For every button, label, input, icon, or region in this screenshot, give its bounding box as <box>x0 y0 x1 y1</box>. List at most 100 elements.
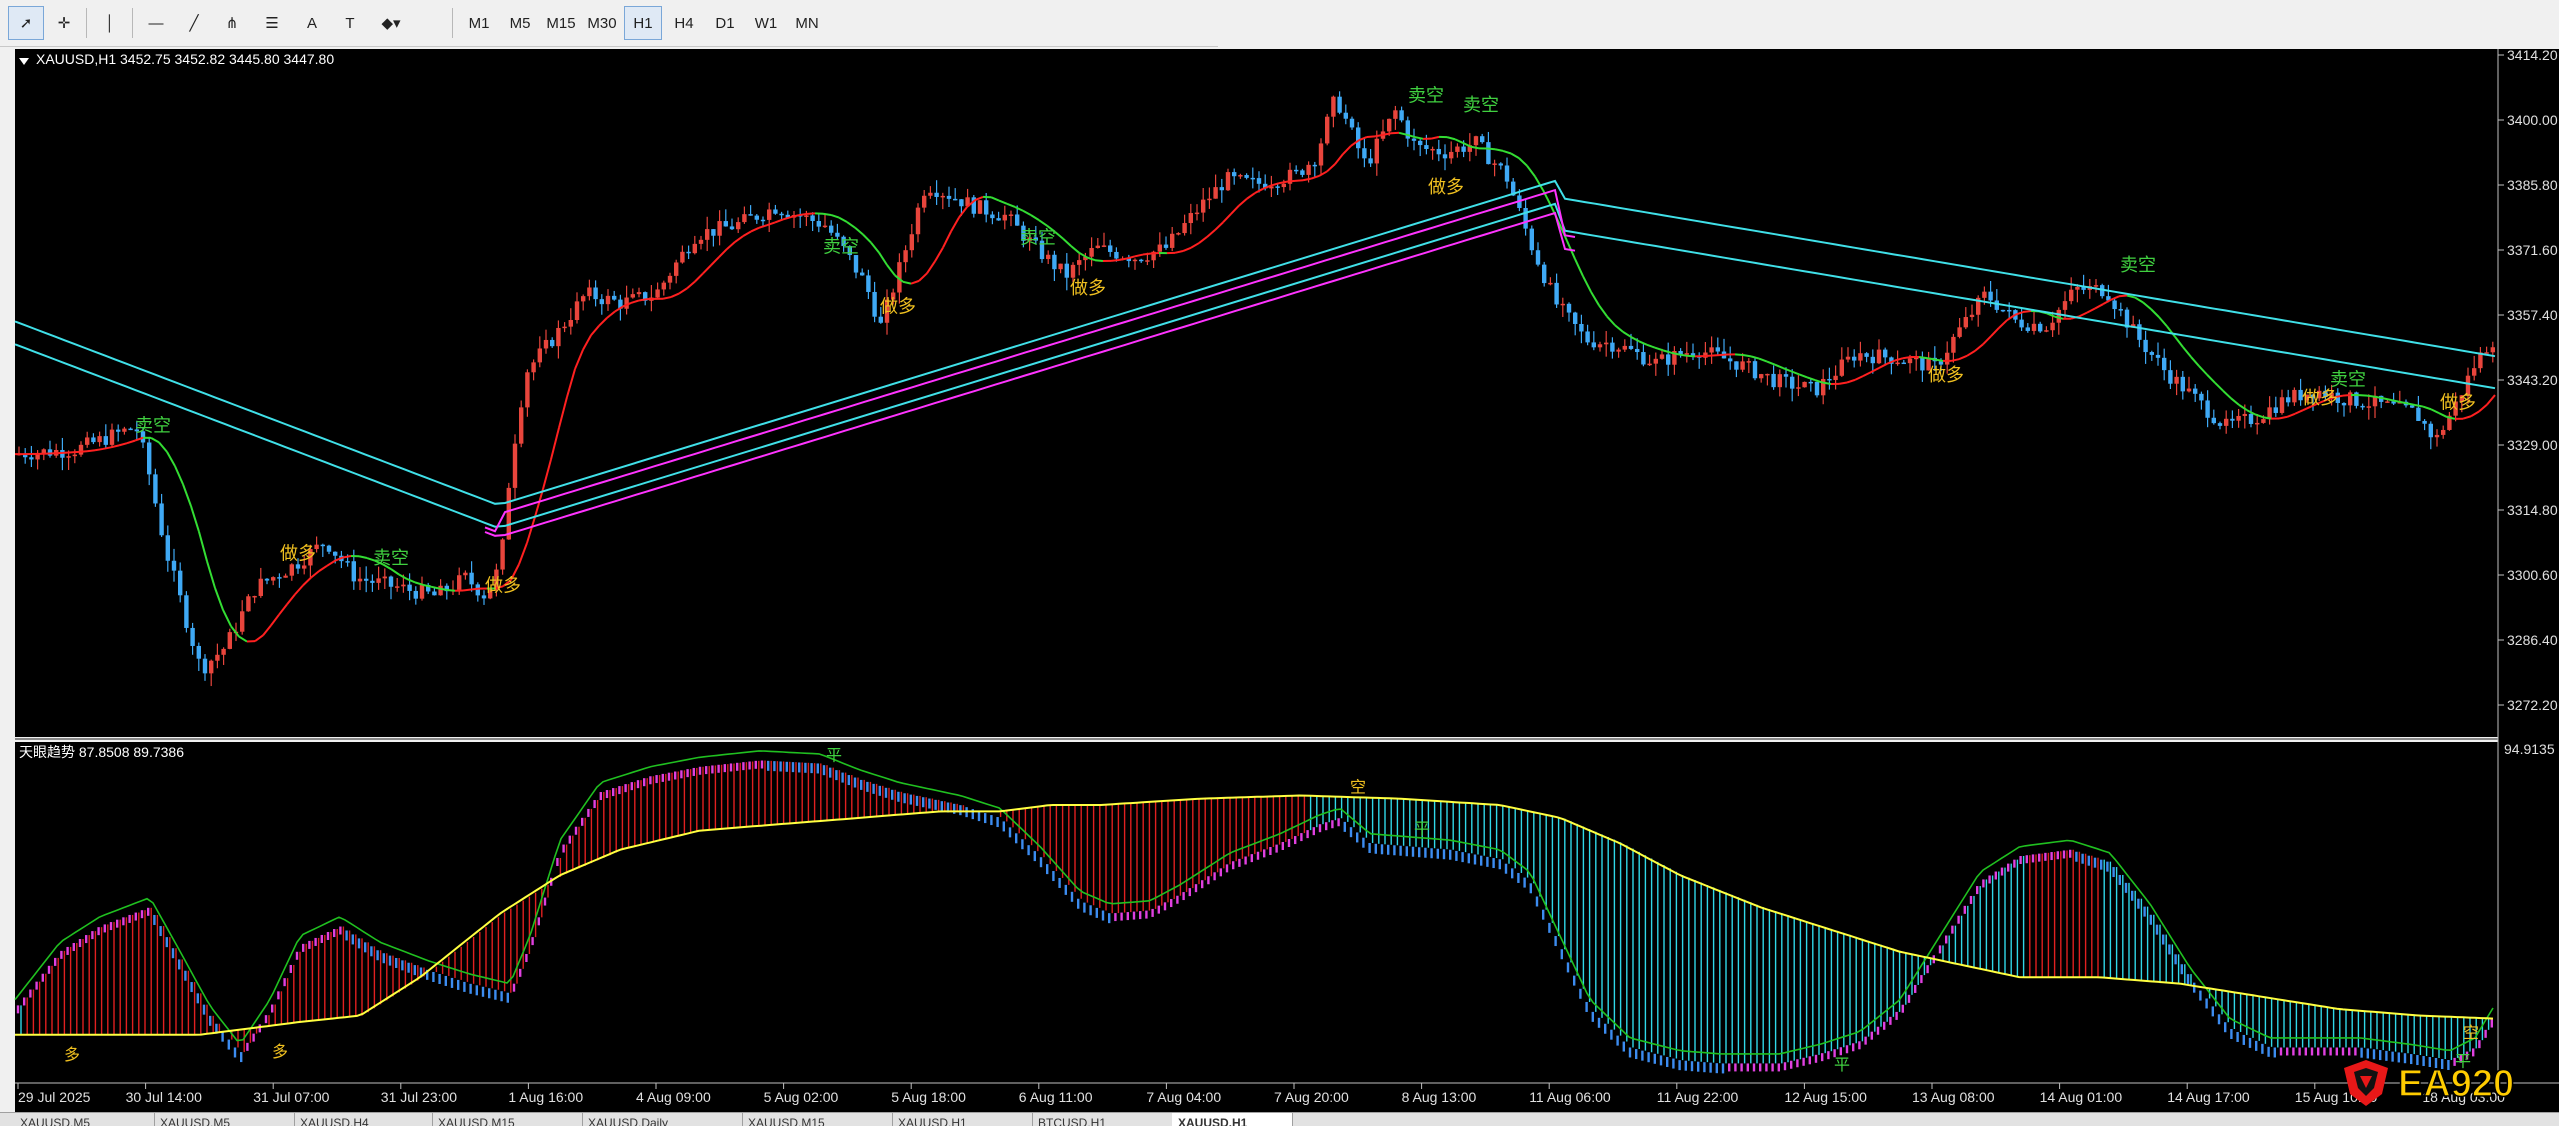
timeframe-button-h1[interactable]: H1 <box>624 6 662 40</box>
fast-ema-segment <box>1919 357 1927 358</box>
timeframe-button-h4[interactable]: H4 <box>665 6 703 40</box>
timeframe-button-d1[interactable]: D1 <box>706 6 744 40</box>
chart-area[interactable]: 3414.203400.003385.803371.603357.403343.… <box>0 47 2559 1122</box>
fast-ema-segment <box>2359 395 2367 396</box>
logo-text: EA920 <box>2398 1063 2514 1105</box>
text-icon: A <box>307 15 317 32</box>
trade-signal-label: 卖空 <box>2330 369 2366 390</box>
candle <box>978 200 982 214</box>
fast-ema-segment <box>71 452 79 453</box>
trade-signal-label: 卖空 <box>1463 95 1499 116</box>
price-label: 3272.20 <box>2507 697 2558 713</box>
crosshair-tool-button[interactable]: ✛ <box>46 6 82 40</box>
chart-tab[interactable]: XAUUSD,H4 <box>294 1113 433 1126</box>
time-label: 12 Aug 15:00 <box>1784 1089 1867 1105</box>
toolbar-separator <box>452 8 453 38</box>
time-label: 14 Aug 01:00 <box>2040 1089 2123 1105</box>
price-label: 3385.80 <box>2507 177 2558 193</box>
fast-ema-segment <box>1095 260 1103 261</box>
shapes-dropdown-icon: ◆▾ <box>381 14 400 32</box>
oscillator-signal-label: 空 <box>1350 777 1366 796</box>
chart-tab[interactable]: XAUUSD,M5 <box>154 1113 295 1126</box>
fast-ema-segment <box>2263 417 2271 418</box>
time-label: 4 Aug 09:00 <box>636 1089 711 1105</box>
trade-signal-label: 卖空 <box>1020 228 1056 249</box>
indicator-scale-label: 94.9135 <box>2504 741 2555 757</box>
fast-ema-segment <box>1711 355 1719 356</box>
shapes-dropdown-tool-button[interactable]: ◆▾ <box>370 6 412 40</box>
ea920-logo: EA920 <box>2338 1054 2548 1110</box>
toolbar-separator <box>86 8 87 38</box>
trade-signal-label: 做多 <box>880 296 916 317</box>
timeframe-button-mn[interactable]: MN <box>788 6 826 40</box>
pitchfork-icon: ⋔ <box>226 14 239 32</box>
candle <box>1753 358 1757 380</box>
timeframe-button-m1[interactable]: M1 <box>460 6 498 40</box>
price-label: 3314.80 <box>2507 502 2558 518</box>
candle <box>1802 382 1806 388</box>
fast-ema-segment <box>1903 357 1911 358</box>
trade-signal-label: 做多 <box>2302 388 2338 409</box>
chart-canvas[interactable]: 3414.203400.003385.803371.603357.403343.… <box>0 47 2559 1122</box>
fast-ema-segment <box>1143 253 1151 254</box>
trade-signal-label: 卖空 <box>135 415 171 436</box>
fast-ema-segment <box>87 450 95 451</box>
horizontal-line-tool-button[interactable]: — <box>138 6 174 40</box>
indicator-header: 天眼趋势 87.8508 89.7386 <box>19 744 184 760</box>
fast-ema-segment <box>2367 396 2375 397</box>
fast-ema-segment <box>1367 136 1375 137</box>
text-label-tool-button[interactable]: T <box>332 6 368 40</box>
chart-tab[interactable]: XAUUSD,M5 <box>14 1113 155 1126</box>
price-label: 3400.00 <box>2507 112 2558 128</box>
trade-signal-label: 做多 <box>485 575 521 596</box>
fast-ema-segment <box>1287 181 1295 182</box>
fast-ema-segment <box>95 449 103 450</box>
time-label: 8 Aug 13:00 <box>1402 1089 1477 1105</box>
fast-ema-segment <box>1823 383 1831 384</box>
chart-tab[interactable]: XAUUSD,Daily <box>582 1113 743 1126</box>
price-label: 3286.40 <box>2507 632 2558 648</box>
price-axis <box>2498 49 2559 1083</box>
toolbar-separator <box>132 8 133 38</box>
trade-signal-label: 做多 <box>1928 365 1964 386</box>
fast-ema-segment <box>2119 296 2127 297</box>
candle <box>1542 262 1546 287</box>
text-label-icon: T <box>345 15 354 32</box>
main-price-pane <box>15 49 2498 737</box>
time-label: 6 Aug 11:00 <box>1019 1089 1093 1105</box>
oscillator-signal-label: 平 <box>1834 1055 1850 1074</box>
pitchfork-tool-button[interactable]: ⋔ <box>214 6 250 40</box>
fast-ema-segment <box>463 590 471 591</box>
timeframe-button-w1[interactable]: W1 <box>747 6 785 40</box>
fibonacci-tool-button[interactable]: ☰ <box>252 6 292 40</box>
trade-signal-label: 做多 <box>1070 278 1106 299</box>
candle <box>1815 382 1819 398</box>
fast-ema-segment <box>1719 354 1727 355</box>
horizontal-line-icon: — <box>149 15 164 32</box>
timeframe-button-m15[interactable]: M15 <box>542 6 580 40</box>
cursor-tool-button[interactable]: ➚ <box>8 6 44 40</box>
price-label: 3357.40 <box>2507 307 2558 323</box>
timeframe-button-m5[interactable]: M5 <box>501 6 539 40</box>
chart-tab[interactable]: XAUUSD,M15 <box>432 1113 583 1126</box>
oscillator-signal-label: 平 <box>826 745 842 764</box>
vertical-line-tool-button[interactable]: │ <box>92 6 128 40</box>
fast-ema-segment <box>799 214 807 215</box>
trendline-tool-button[interactable]: ╱ <box>176 6 212 40</box>
timeframe-button-m30[interactable]: M30 <box>583 6 621 40</box>
fast-ema-segment <box>639 299 647 300</box>
fast-ema-segment <box>1679 354 1687 355</box>
chart-tab[interactable]: XAUUSD,H1 <box>1172 1113 1293 1126</box>
chart-tab[interactable]: XAUUSD,M15 <box>742 1113 893 1126</box>
toolbar: ➚✛ │ — ╱ ⋔ ☰ A T ◆▾ M1M5M15M30H1H4D1W1MN <box>0 0 1218 47</box>
candle <box>246 594 250 612</box>
main-chart-header: XAUUSD,H1 3452.75 3452.82 3445.80 3447.8… <box>36 51 334 67</box>
price-label: 3329.00 <box>2507 437 2558 453</box>
text-tool-button[interactable]: A <box>294 6 330 40</box>
trade-signal-label: 做多 <box>1428 177 1464 198</box>
chart-tab[interactable]: BTCUSD,H1 <box>1032 1113 1173 1126</box>
chart-tab[interactable]: XAUUSD,H1 <box>892 1113 1033 1126</box>
candle <box>1325 114 1329 145</box>
fast-ema-segment <box>1687 356 1695 357</box>
fast-ema-segment <box>79 451 87 452</box>
